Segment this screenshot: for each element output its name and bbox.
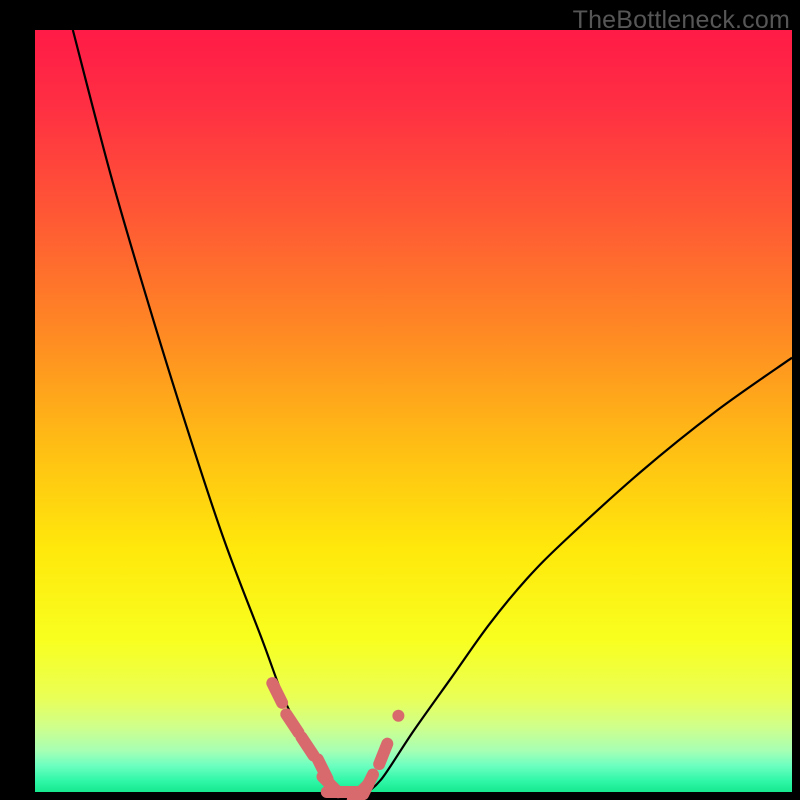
bottleneck-marker	[286, 714, 298, 732]
chart-root: TheBottleneck.com	[0, 0, 800, 800]
bottleneck-marker	[363, 775, 373, 795]
curve-right-arm	[368, 358, 792, 792]
bottleneck-marker	[301, 737, 313, 755]
bottleneck-marker	[379, 744, 387, 764]
bottleneck-marker	[272, 683, 282, 703]
watermark-label: TheBottleneck.com	[573, 6, 790, 35]
plot-svg	[0, 0, 800, 800]
curve-left-arm	[73, 30, 330, 792]
